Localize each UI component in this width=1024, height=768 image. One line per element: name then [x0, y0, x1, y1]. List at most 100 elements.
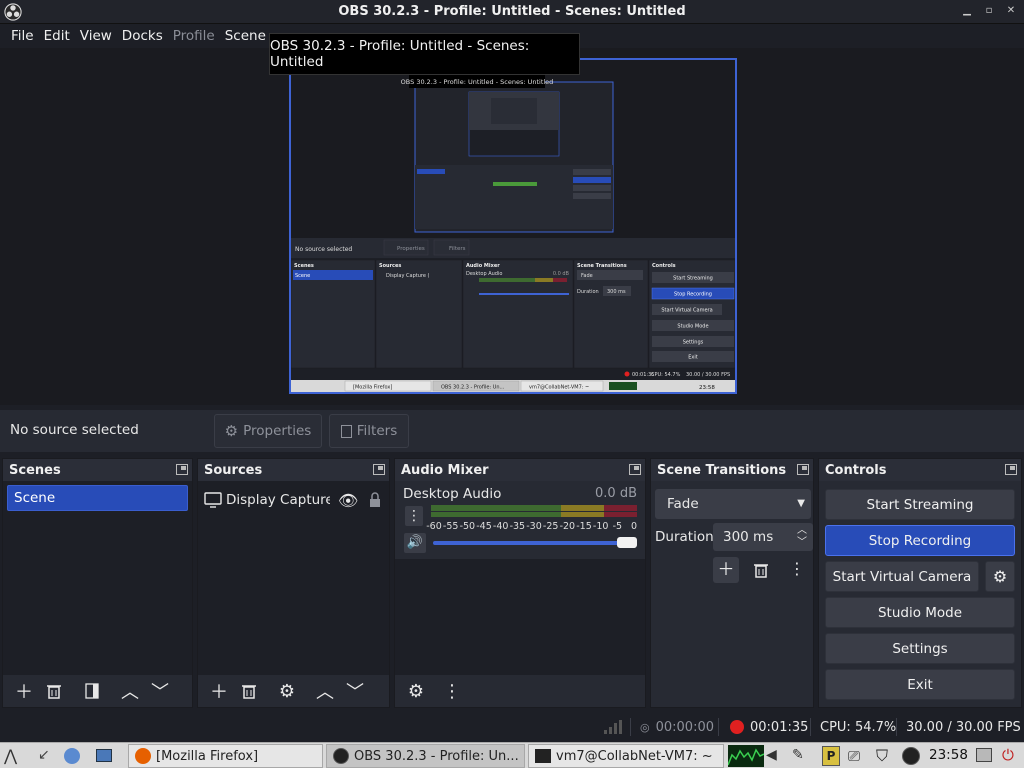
- exit-button[interactable]: Exit: [825, 669, 1015, 700]
- obs-tray-icon[interactable]: [902, 747, 920, 765]
- start-streaming-button[interactable]: Start Streaming: [825, 489, 1015, 520]
- minimize-icon[interactable]: ▁: [960, 4, 974, 18]
- source-properties-gear-icon[interactable]: ⚙: [272, 678, 302, 704]
- float-dock-icon[interactable]: [629, 464, 641, 475]
- float-dock-icon[interactable]: [1005, 464, 1017, 475]
- inner-studio-mode: Studio Mode: [677, 324, 708, 330]
- menu-file[interactable]: File: [6, 28, 39, 44]
- move-source-down-icon[interactable]: ﹀: [340, 678, 370, 704]
- task-obs[interactable]: OBS 30.2.3 - Profile: Un...: [326, 744, 525, 768]
- source-list-item[interactable]: Display Capture ( 👁: [204, 489, 385, 511]
- power-icon[interactable]: ⏻: [1002, 746, 1014, 764]
- stop-recording-button[interactable]: Stop Recording: [825, 525, 1015, 556]
- lock-icon[interactable]: [368, 492, 382, 508]
- spin-down-icon[interactable]: ﹀: [797, 529, 807, 557]
- volume-slider-handle[interactable]: [617, 537, 637, 548]
- parcellite-icon[interactable]: P: [822, 746, 840, 766]
- scene-filters-icon[interactable]: [77, 678, 107, 704]
- network-tray-icon[interactable]: ✎: [792, 747, 804, 763]
- settings-button[interactable]: Settings: [825, 633, 1015, 664]
- channel-menu-icon[interactable]: ⋮: [405, 506, 423, 526]
- inner-sources: Sources: [379, 263, 401, 269]
- float-dock-icon[interactable]: [797, 464, 809, 475]
- inner-task-obs: OBS 30.2.3 - Profile: Un...: [441, 385, 505, 391]
- browser-launcher-icon[interactable]: [64, 748, 80, 764]
- volume-slider[interactable]: [433, 537, 637, 548]
- sources-list[interactable]: Display Capture ( 👁: [198, 481, 389, 675]
- dropdown-arrow-icon: ▼: [797, 498, 805, 509]
- visibility-eye-icon[interactable]: 👁: [338, 491, 358, 510]
- volume-tray-icon[interactable]: ◀: [766, 747, 777, 763]
- preview-canvas[interactable]: OBS 30.2.3 - Profile: Untitled - Scenes:…: [289, 58, 737, 394]
- inner-start-virtual-camera: Start Virtual Camera: [661, 308, 712, 314]
- remove-source-icon[interactable]: [234, 678, 264, 704]
- move-scene-down-icon[interactable]: ﹀: [145, 678, 175, 704]
- studio-mode-button[interactable]: Studio Mode: [825, 597, 1015, 628]
- audio-mixer-menu-icon[interactable]: ⋮: [437, 678, 467, 704]
- add-source-icon[interactable]: ＋: [204, 678, 234, 704]
- remove-transition-icon[interactable]: [753, 562, 769, 578]
- inner-duration: Duration: [577, 289, 599, 295]
- show-desktop-icon[interactable]: [976, 748, 992, 762]
- obs-task-icon: [333, 748, 349, 764]
- controls-body: Start Streaming Stop Recording Start Vir…: [819, 481, 1021, 707]
- task-firefox[interactable]: [Mozilla Firefox]: [128, 744, 323, 768]
- desktop-launcher-icon[interactable]: [96, 749, 112, 762]
- add-scene-icon[interactable]: ＋: [9, 678, 39, 704]
- fps-readout: 30.00 / 30.00 FPS: [906, 719, 1021, 735]
- gear-icon: ⚙: [224, 422, 239, 440]
- channel-db: 0.0 dB: [595, 486, 637, 501]
- keyboard-tray-icon[interactable]: ⎚: [848, 747, 860, 765]
- sources-toolbar: ＋ ⚙ ︿ ﹀: [198, 675, 389, 707]
- sources-dock-title: Sources: [204, 462, 263, 478]
- inner-exit: Exit: [688, 355, 698, 361]
- speaker-icon[interactable]: 🔊: [404, 533, 426, 553]
- start-menu-icon[interactable]: ⋀: [4, 746, 17, 765]
- maximize-icon[interactable]: ▫: [982, 4, 996, 18]
- inner-task-terminal: vm7@CollabNet-VM7: ~: [529, 385, 589, 391]
- filters-button[interactable]: Filters: [329, 414, 409, 448]
- menu-edit[interactable]: Edit: [39, 28, 75, 44]
- move-scene-up-icon[interactable]: ︿: [115, 678, 145, 704]
- properties-button[interactable]: ⚙ Properties: [214, 414, 322, 448]
- scene-list-item[interactable]: Scene: [7, 485, 188, 511]
- system-monitor-graph: [728, 745, 764, 767]
- inner-audio-mixer: Audio Mixer: [466, 263, 500, 269]
- task-terminal[interactable]: vm7@CollabNet-VM7: ~: [528, 744, 724, 768]
- float-dock-icon[interactable]: [176, 464, 188, 475]
- status-bar: ◎ 00:00:00 00:01:35 CPU: 54.7% 30.00 / 3…: [0, 712, 1024, 742]
- inner-properties: Properties: [397, 246, 425, 252]
- inner-title: OBS 30.2.3 - Profile: Untitled - Scenes:…: [401, 78, 554, 86]
- controls-title: Controls: [825, 462, 887, 478]
- scenes-list[interactable]: Scene: [3, 481, 192, 675]
- properties-label: Properties: [243, 423, 312, 439]
- transition-menu-icon[interactable]: ⋮: [789, 559, 805, 578]
- close-icon[interactable]: ✕: [1004, 4, 1018, 18]
- remove-scene-icon[interactable]: [39, 678, 69, 704]
- start-virtual-camera-button[interactable]: Start Virtual Camera: [825, 561, 979, 592]
- add-transition-icon[interactable]: ＋: [713, 557, 739, 583]
- shield-icon[interactable]: ⛉: [876, 746, 888, 766]
- float-dock-icon[interactable]: [373, 464, 385, 475]
- meter-scale-label: 0: [630, 521, 638, 532]
- title-bar: OBS 30.2.3 - Profile: Untitled - Scenes:…: [0, 0, 1024, 24]
- move-source-up-icon[interactable]: ︿: [310, 678, 340, 704]
- transition-select[interactable]: Fade ▼: [655, 489, 811, 519]
- stream-time: 00:00:00: [655, 719, 714, 735]
- transitions-body: Fade ▼ Duration 300 ms ︿ ﹀ ＋ ⋮: [651, 481, 813, 707]
- menu-docks[interactable]: Docks: [117, 28, 168, 44]
- menu-profile[interactable]: Profile: [168, 28, 220, 44]
- scenes-toolbar: ＋ ︿ ﹀: [3, 675, 192, 707]
- launcher-arrow-icon[interactable]: ↙: [38, 747, 50, 763]
- inner-fade: Fade: [581, 273, 593, 279]
- virtual-camera-gear-icon[interactable]: ⚙: [985, 561, 1015, 592]
- menu-scene[interactable]: Scene: [220, 28, 271, 44]
- advanced-audio-gear-icon[interactable]: ⚙: [401, 678, 431, 704]
- meter-scale-label: -15: [576, 521, 592, 532]
- transitions-header: Scene Transitions: [651, 459, 813, 481]
- duration-label: Duration: [655, 529, 714, 545]
- network-signal-icon: [602, 712, 622, 742]
- menu-view[interactable]: View: [75, 28, 117, 44]
- source-toolbar: No source selected ⚙ Properties Filters: [0, 410, 1024, 452]
- duration-input[interactable]: 300 ms ︿ ﹀: [713, 523, 813, 551]
